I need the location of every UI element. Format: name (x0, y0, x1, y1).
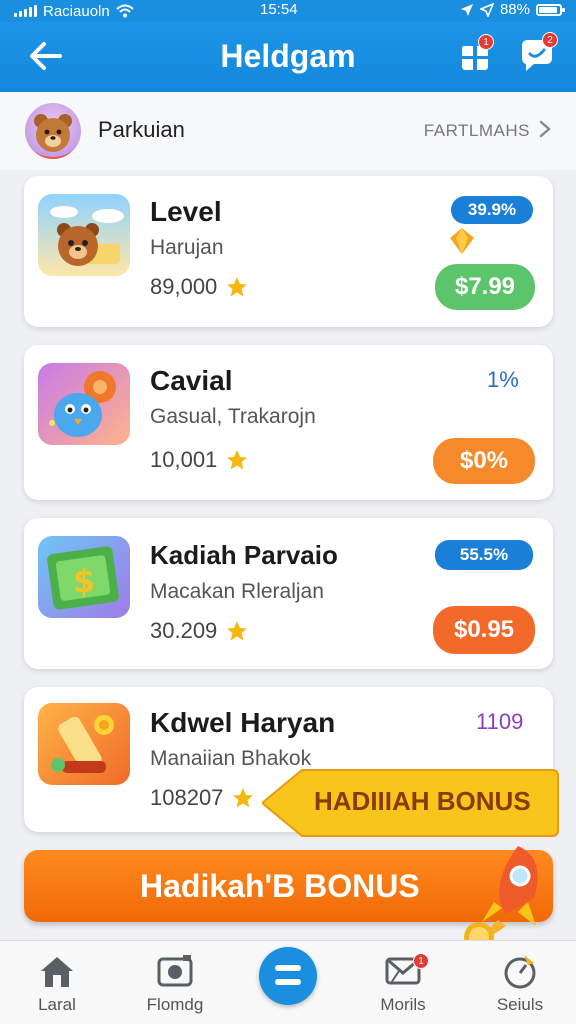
download-count: 10,001 (150, 447, 218, 472)
bear-game-icon (38, 194, 130, 276)
bottom-nav: Laral Flomdg 1 Morils Seiuls (0, 940, 576, 1024)
game-card-cavial[interactable]: Cavial Gasual, Trakarojn 10,001 1% $0% (24, 345, 553, 500)
battery-percent: 88% (499, 1, 530, 18)
game-name: Kadiah Parvaio (150, 540, 338, 570)
game-rating-row: 30.209 (150, 618, 249, 644)
game-genre: Macakan Rleraljan (150, 580, 324, 603)
profile-name: Parkuian (98, 117, 185, 142)
profile-row[interactable]: Parkuian FARTLMAHS (0, 92, 576, 170)
game-rating-row: 10,001 (150, 447, 249, 473)
nav-messages-label: Morils (380, 995, 426, 1014)
timer-icon (504, 955, 536, 989)
cannon-game-icon (38, 703, 130, 785)
game-card-kadiah[interactable]: $ Kadiah Parvaio Macakan Rleraljan 30.20… (24, 518, 553, 669)
discount-tag: 55.5% (435, 540, 533, 570)
download-count: 30.209 (150, 618, 218, 643)
discount-tag: 1109 (476, 709, 524, 734)
nav-home-label: Laral (38, 995, 76, 1014)
status-bar: Raciauoln 15:54 88% (0, 0, 576, 22)
discount-tag: 1% (487, 367, 519, 392)
game-rating-row: 89,000 (150, 274, 249, 300)
app-bar: Heldgam 1 2 (0, 22, 576, 92)
chat-button[interactable]: 2 (518, 32, 558, 76)
star-icon (227, 277, 248, 297)
price-button[interactable]: $0.95 (433, 606, 535, 654)
bonus-banner-label: Hadikah'B BONUS (140, 868, 420, 904)
battery-icon (536, 3, 565, 16)
download-count: 108207 (150, 785, 224, 810)
discount-tag: 39.9% (451, 196, 533, 224)
carrier-label: Raciauoln (43, 2, 110, 20)
game-rating-row: 108207 (150, 785, 255, 811)
camera-icon (157, 955, 193, 987)
game-genre: Gasual, Trakarojn (150, 405, 316, 428)
game-card-level[interactable]: Level Harujan 89,000 39.9% $7.99 (24, 176, 553, 327)
navigation-icon (479, 2, 494, 17)
nav-home[interactable]: Laral (7, 951, 107, 1015)
messages-badge: 1 (413, 953, 429, 969)
game-genre: Harujan (150, 236, 224, 259)
bird-game-icon (38, 363, 130, 445)
clock: 15:54 (260, 1, 298, 18)
bonus-tag[interactable]: HADIIIAH BONUS (262, 768, 560, 838)
star-icon (227, 450, 248, 470)
nav-messages[interactable]: 1 Morils (353, 951, 453, 1015)
chevron-right-icon[interactable] (538, 119, 552, 139)
nav-camera[interactable]: Flomdg (125, 951, 225, 1015)
home-icon (41, 957, 73, 987)
game-name: Cavial (150, 365, 233, 396)
nav-settings[interactable]: Seiuls (470, 951, 570, 1015)
center-menu-button[interactable] (259, 947, 317, 1005)
download-count: 89,000 (150, 274, 218, 299)
wifi-icon (116, 4, 134, 18)
chat-badge: 2 (542, 32, 558, 48)
profile-link[interactable]: FARTLMAHS (424, 121, 530, 141)
gem-icon (450, 228, 474, 254)
star-icon (227, 621, 248, 641)
nav-camera-label: Flomdg (146, 995, 204, 1014)
nav-settings-label: Seiuls (496, 995, 544, 1014)
svg-text:$: $ (73, 562, 95, 600)
notification-button[interactable]: 1 (458, 34, 494, 74)
price-button[interactable]: $0% (433, 438, 535, 484)
game-name: Level (150, 196, 222, 227)
star-icon (233, 788, 254, 808)
signal-icon (14, 5, 37, 17)
price-button[interactable]: $7.99 (435, 264, 535, 310)
game-name: Kdwel Haryan (150, 707, 336, 738)
avatar[interactable] (25, 103, 81, 159)
location-icon (460, 3, 473, 16)
bonus-tag-label: HADIIIAH BONUS (314, 786, 531, 816)
bear-avatar-icon (33, 114, 73, 159)
cash-game-icon: $ (38, 536, 130, 618)
notification-badge: 1 (478, 34, 494, 50)
